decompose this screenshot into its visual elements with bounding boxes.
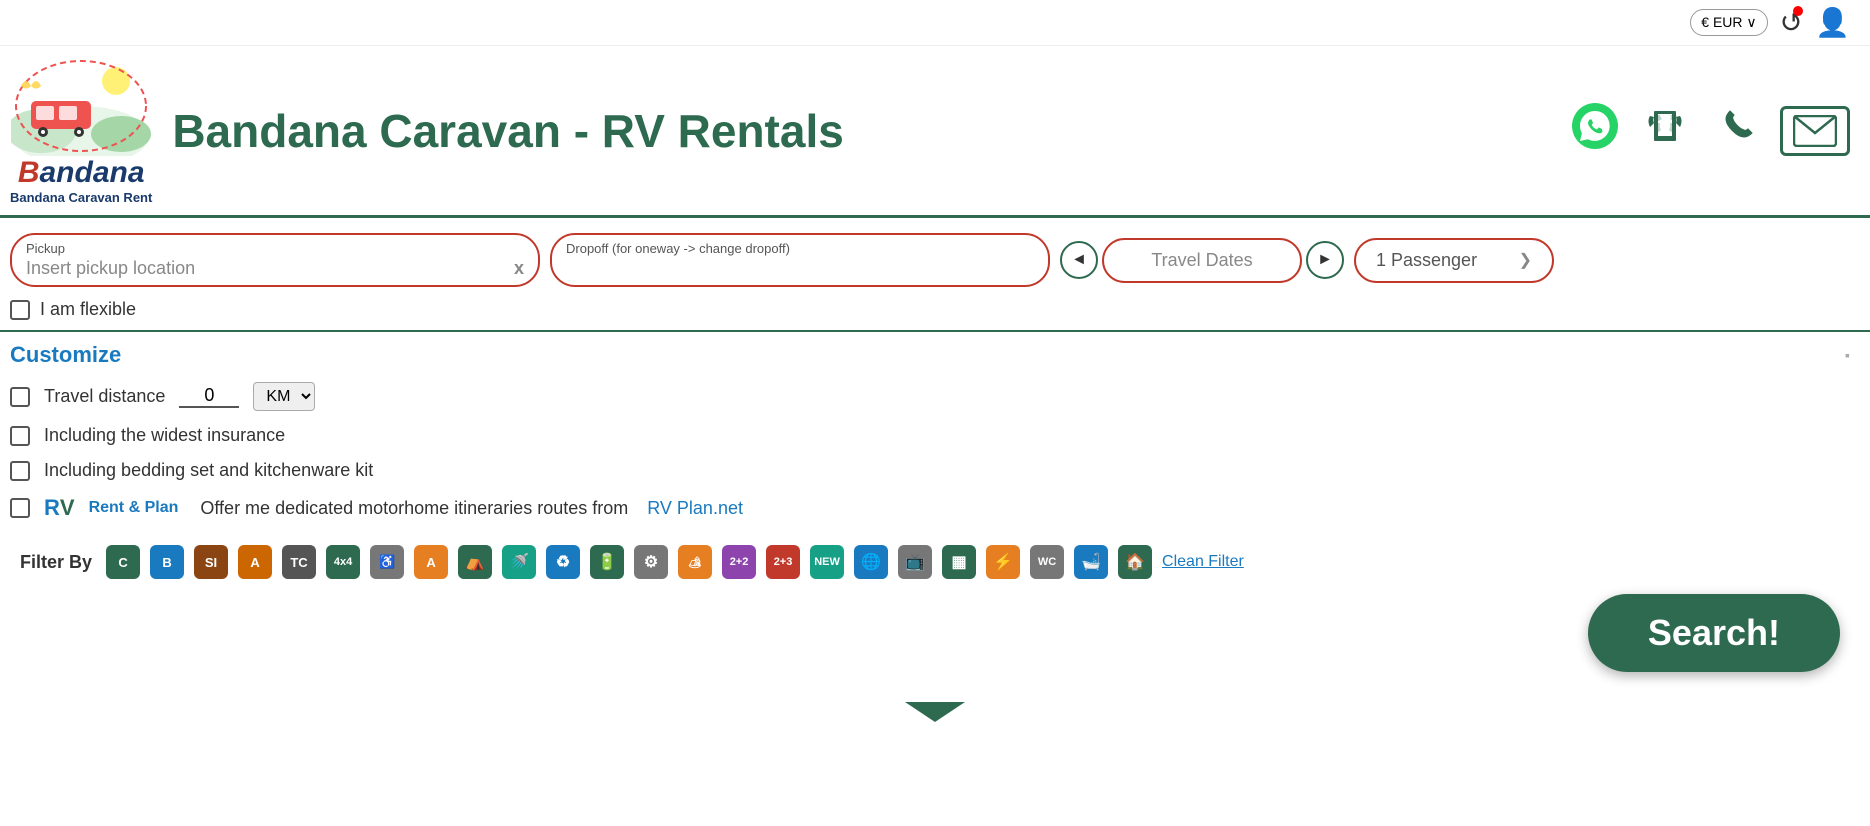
filter-badge-home[interactable]: 🏠	[1118, 545, 1152, 579]
filter-badge-23[interactable]: 2+3	[766, 545, 800, 579]
travel-distance-label: Travel distance	[44, 386, 165, 407]
travel-dates-field[interactable]: Travel Dates	[1102, 238, 1302, 283]
filter-badge-tent[interactable]: ⛺	[458, 545, 492, 579]
rv-offer-text: Offer me dedicated motorhome itineraries…	[200, 498, 628, 519]
pickup-clear-button[interactable]: x	[514, 258, 524, 279]
refresh-icon[interactable]: ↺	[1780, 6, 1803, 39]
search-row: Pickup Insert pickup location x Dropoff …	[10, 233, 1850, 287]
passenger-value: 1 Passenger	[1376, 250, 1477, 271]
user-icon[interactable]: 👤	[1815, 6, 1850, 39]
filter-badge-battery[interactable]: 🔋	[590, 545, 624, 579]
filter-section: Filter By C B SI A TC 4x4 ♿ A ⛺ 🚿 ♻ 🔋 ⚙ …	[10, 535, 1850, 579]
filter-badge-wc2[interactable]: WC	[1030, 545, 1064, 579]
pickup-placeholder: Insert pickup location	[26, 258, 195, 279]
customize-title-text: Customize	[10, 342, 121, 368]
clean-filter-button[interactable]: Clean Filter	[1162, 553, 1244, 571]
filter-badge-gear[interactable]: ⚙	[634, 545, 668, 579]
header-right	[1570, 101, 1850, 161]
currency-label: € EUR	[1701, 14, 1742, 30]
dropoff-input[interactable]	[566, 258, 1034, 279]
filter-badge-camp[interactable]: 🏕	[678, 545, 712, 579]
passenger-chevron-icon: ❯	[1519, 250, 1532, 270]
next-dates-button[interactable]: ►	[1306, 241, 1344, 279]
rv-offer-checkbox[interactable]	[10, 498, 30, 518]
rv-offer-row: RV Rent & Plan Offer me dedicated motorh…	[10, 495, 1850, 521]
flexible-row: I am flexible	[10, 299, 1850, 320]
phone-icon[interactable]	[1640, 101, 1690, 161]
pickup-field[interactable]: Pickup Insert pickup location x	[10, 233, 540, 287]
header-left: Bandana Bandana Caravan Rent Bandana Car…	[10, 56, 844, 205]
search-button-area: Search!	[0, 594, 1870, 692]
dates-wrapper: ◄ Travel Dates ►	[1060, 238, 1344, 283]
insurance-row: Including the widest insurance	[10, 425, 1850, 446]
filter-badge-22[interactable]: 2+2	[722, 545, 756, 579]
unit-select[interactable]: KM MI	[253, 382, 315, 411]
logo-subtitle: Bandana Caravan Rent	[10, 190, 152, 205]
bedding-label: Including bedding set and kitchenware ki…	[44, 460, 373, 481]
email-button[interactable]	[1780, 106, 1850, 156]
dropoff-label: Dropoff (for oneway -> change dropoff)	[566, 241, 1034, 256]
filter-badge-a[interactable]: A	[238, 545, 272, 579]
phone-button[interactable]	[1710, 103, 1760, 158]
passenger-field[interactable]: 1 Passenger ❯	[1354, 238, 1554, 283]
search-section: Pickup Insert pickup location x Dropoff …	[0, 218, 1870, 332]
filter-badge-wc[interactable]: ♿	[370, 545, 404, 579]
site-title: Bandana Caravan - RV Rentals	[172, 104, 844, 158]
pickup-label: Pickup	[26, 241, 524, 256]
logo-brand-text: Bandana	[18, 156, 145, 190]
prev-dates-button[interactable]: ◄	[1060, 241, 1098, 279]
rv-brand-label: Rent & Plan	[89, 499, 179, 517]
travel-distance-checkbox[interactable]	[10, 387, 30, 407]
rv-logo: RV	[44, 495, 75, 521]
currency-selector[interactable]: € EUR ∨	[1690, 9, 1767, 36]
customize-section: Customize ▪ Travel distance KM MI Includ…	[0, 332, 1870, 594]
dropoff-inner	[566, 258, 1034, 279]
header: Bandana Bandana Caravan Rent Bandana Car…	[0, 46, 1870, 218]
logo-svg	[11, 56, 151, 156]
filter-badge-c[interactable]: C	[106, 545, 140, 579]
customize-collapse-icon[interactable]: ▪	[1845, 347, 1850, 363]
customize-title: Customize ▪	[10, 342, 1850, 368]
flexible-label: I am flexible	[40, 299, 136, 320]
whatsapp-icon[interactable]	[1570, 101, 1620, 161]
filter-badge-4x4[interactable]: 4x4	[326, 545, 360, 579]
filter-badge-tv[interactable]: 📺	[898, 545, 932, 579]
filter-badge-square[interactable]: ▦	[942, 545, 976, 579]
filter-badge-si[interactable]: SI	[194, 545, 228, 579]
filter-badge-shower[interactable]: 🚿	[502, 545, 536, 579]
filter-badge-recycle[interactable]: ♻	[546, 545, 580, 579]
filter-row: Filter By C B SI A TC 4x4 ♿ A ⛺ 🚿 ♻ 🔋 ⚙ …	[10, 535, 1850, 579]
insurance-label: Including the widest insurance	[44, 425, 285, 446]
filter-badge-a2[interactable]: A	[414, 545, 448, 579]
dropoff-field[interactable]: Dropoff (for oneway -> change dropoff)	[550, 233, 1050, 287]
rv-plan-link[interactable]: RV Plan.net	[647, 498, 743, 519]
insurance-checkbox[interactable]	[10, 426, 30, 446]
travel-distance-row: Travel distance KM MI	[10, 382, 1850, 411]
bedding-row: Including bedding set and kitchenware ki…	[10, 460, 1850, 481]
logo-area: Bandana Bandana Caravan Rent	[10, 56, 152, 205]
distance-input[interactable]	[179, 385, 239, 408]
filter-badge-tc[interactable]: TC	[282, 545, 316, 579]
flexible-checkbox[interactable]	[10, 300, 30, 320]
filter-badge-b[interactable]: B	[150, 545, 184, 579]
search-button[interactable]: Search!	[1588, 594, 1840, 672]
filter-badge-lightning[interactable]: ⚡	[986, 545, 1020, 579]
chevron-down-icon	[905, 702, 965, 722]
bottom-chevron-area	[0, 692, 1870, 732]
filter-badge-globe[interactable]: 🌐	[854, 545, 888, 579]
top-bar: € EUR ∨ ↺ 👤	[0, 0, 1870, 46]
filter-by-label: Filter By	[20, 552, 92, 573]
bedding-checkbox[interactable]	[10, 461, 30, 481]
filter-badge-new[interactable]: NEW	[810, 545, 844, 579]
pickup-inner: Insert pickup location x	[26, 258, 524, 279]
filter-badge-bath[interactable]: 🛁	[1074, 545, 1108, 579]
notification-dot	[1793, 6, 1803, 16]
